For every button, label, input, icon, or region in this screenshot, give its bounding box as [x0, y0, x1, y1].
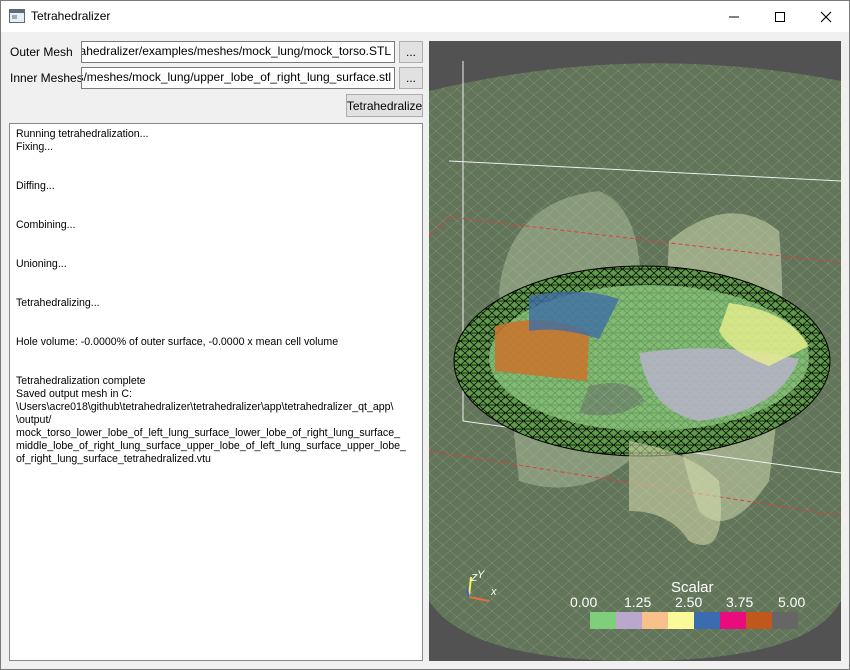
- log-line: \output/: [16, 414, 52, 426]
- scalar-bar-segment: [694, 612, 720, 629]
- scalar-bar-segment: [616, 612, 642, 629]
- window-title: Tetrahedralizer: [31, 9, 111, 23]
- scalar-bar-tick: 2.50: [675, 594, 703, 610]
- close-button[interactable]: [803, 1, 849, 32]
- outer-mesh-label: Outer Mesh: [10, 45, 73, 59]
- log-output[interactable]: Running tetrahedralization... Fixing... Di…: [9, 123, 423, 661]
- scalar-bar-segment: [590, 612, 616, 629]
- close-icon: [820, 11, 832, 22]
- scalar-bar-segment: [746, 612, 772, 629]
- mesh-rendering: [429, 61, 841, 661]
- axis-x-label: x: [491, 586, 497, 598]
- log-line: Unioning...: [16, 258, 67, 270]
- app-window: Tetrahedralizer Outer Mesh C:/Users/acre…: [0, 0, 850, 670]
- app-icon: [9, 9, 25, 23]
- axis-y-label: Y: [477, 569, 485, 581]
- log-line: Combining...: [16, 219, 76, 231]
- scalar-bar-tick: 1.25: [624, 594, 652, 610]
- inner-meshes-field[interactable]: C:/Users/acre018/github/tetrahedralizer/…: [81, 67, 395, 89]
- outer-mesh-browse-button[interactable]: ...: [399, 41, 423, 63]
- maximize-button[interactable]: [757, 1, 803, 32]
- log-line: mock_torso_lower_lobe_of_left_lung_surfa…: [16, 427, 400, 439]
- maximize-icon: [775, 11, 785, 22]
- log-line: \Users\acre018\github\tetrahedralizer\te…: [16, 401, 394, 413]
- log-line: Tetrahedralization complete: [16, 375, 146, 387]
- minimize-icon: [729, 16, 739, 17]
- log-line: Diffing...: [16, 180, 55, 192]
- scalar-bar-segment: [772, 612, 798, 629]
- title-bar[interactable]: Tetrahedralizer: [1, 1, 849, 32]
- inner-meshes-value: C:/Users/acre018/github/tetrahedralizer/…: [82, 70, 391, 84]
- log-line: Tetrahedralizing...: [16, 297, 100, 309]
- scalar-bar: [590, 612, 798, 629]
- log-line: Fixing...: [16, 141, 54, 153]
- scalar-bar-tick: 5.00: [778, 594, 806, 610]
- log-line: Hole volume: -0.0000% of outer surface, …: [16, 336, 339, 348]
- inner-meshes-browse-button[interactable]: ...: [399, 67, 423, 89]
- inner-meshes-label: Inner Meshes: [10, 71, 83, 85]
- scalar-bar-tick: 3.75: [726, 594, 754, 610]
- render-viewport[interactable]: x Y Z Scalar 0.00 1.25 2.50 3.75 5.00: [429, 41, 841, 661]
- outer-mesh-value: C:/Users/acre018/github/tetrahedralizer/…: [82, 44, 391, 58]
- axis-z-label: Z: [471, 573, 478, 584]
- log-line: Saved output mesh in C:: [16, 388, 133, 400]
- scalar-bar-segment: [642, 612, 668, 629]
- log-line: middle_lobe_of_right_lung_surface_upper_…: [16, 440, 406, 452]
- tetrahedralize-button[interactable]: Tetrahedralize: [346, 94, 423, 117]
- log-line: Running tetrahedralization...: [16, 128, 149, 140]
- scalar-bar-segment: [720, 612, 746, 629]
- outer-mesh-field[interactable]: C:/Users/acre018/github/tetrahedralizer/…: [81, 41, 395, 63]
- scalar-bar-segment: [668, 612, 694, 629]
- log-line: of_right_lung_surface_tetrahedralized.vt…: [16, 453, 211, 465]
- minimize-button[interactable]: [711, 1, 757, 32]
- scalar-bar-tick: 0.00: [570, 594, 598, 610]
